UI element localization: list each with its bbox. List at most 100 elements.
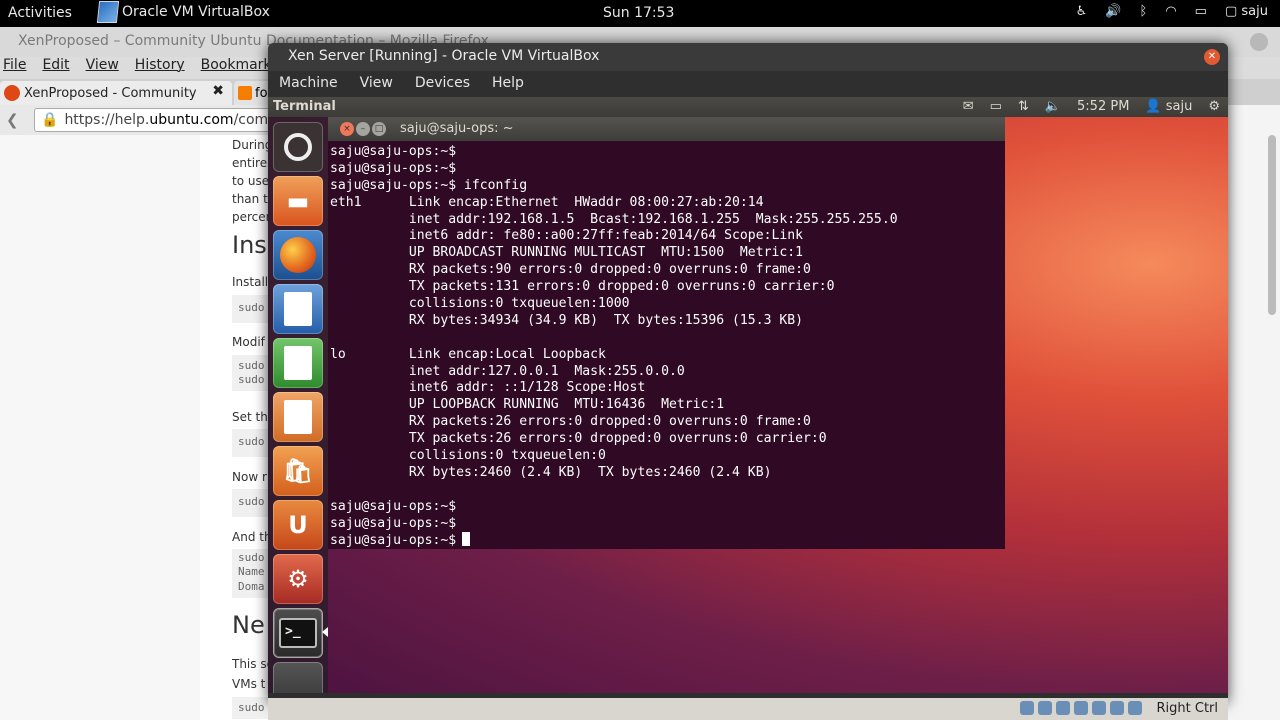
system-settings-launcher[interactable]: ⚙ <box>273 554 323 604</box>
workspace-launcher[interactable] <box>273 662 323 693</box>
battery-icon[interactable]: ▭ <box>1195 4 1207 19</box>
guest-indicators: ✉ ▭ ⇅ 🔈 5:52 PM 👤 saju ⚙ <box>963 99 1220 114</box>
ubuntu-logo-icon <box>284 133 312 161</box>
menu-view[interactable]: View <box>86 57 119 79</box>
menu-devices[interactable]: Devices <box>404 71 481 97</box>
firefox-scrollbar[interactable] <box>1268 135 1276 315</box>
ubuntu-one-launcher[interactable]: U <box>273 500 323 550</box>
usb-icon[interactable] <box>1056 701 1070 715</box>
writer-launcher[interactable] <box>273 284 323 334</box>
desktop: Activities Oracle VM VirtualBox Sun 17:5… <box>0 0 1280 720</box>
spreadsheet-icon <box>284 346 312 380</box>
firefox-launcher[interactable] <box>273 230 323 280</box>
tab-xenproposed[interactable]: XenProposed - Community ✖ <box>0 81 232 105</box>
bluetooth-icon[interactable]: ᛒ <box>1140 4 1148 19</box>
code-line: Doma <box>232 580 272 598</box>
virtualbox-menubar: Machine View Devices Help <box>268 71 1228 97</box>
blogger-favicon-icon <box>238 86 252 100</box>
network-adapter-icon[interactable] <box>1074 701 1088 715</box>
code-block: sudo <box>232 489 272 517</box>
presentation-icon <box>284 400 312 434</box>
terminal-launcher[interactable]: >_ <box>273 608 323 658</box>
guest-top-panel: Terminal ✉ ▭ ⇅ 🔈 5:52 PM 👤 saju ⚙ <box>268 97 1228 117</box>
virtualbox-title: Xen Server [Running] - Oracle VM Virtual… <box>268 43 1228 71</box>
calc-launcher[interactable] <box>273 338 323 388</box>
ubuntu-favicon-icon <box>4 85 20 101</box>
menu-file[interactable]: File <box>3 57 26 79</box>
files-launcher[interactable]: ▬ <box>273 176 323 226</box>
firefox-icon <box>280 237 316 273</box>
virtualbox-close-button[interactable]: ✕ <box>1204 49 1220 65</box>
battery-icon[interactable]: ▭ <box>990 99 1002 114</box>
url-prefix: https://help. <box>64 112 150 128</box>
url-bar[interactable]: 🔒https://help.ubuntu.com/commu <box>34 108 274 132</box>
terminal-output[interactable]: saju@saju-ops:~$ saju@saju-ops:~$ saju@saj… <box>330 144 1005 549</box>
code-block: sudo <box>232 429 272 457</box>
display-icon[interactable] <box>1110 701 1124 715</box>
close-tab-icon[interactable]: ✖ <box>212 83 224 99</box>
mail-icon[interactable]: ✉ <box>963 99 974 114</box>
gear-icon[interactable]: ⚙ <box>1208 99 1220 114</box>
menu-edit[interactable]: Edit <box>42 57 69 79</box>
terminal-line: lo Link encap:Local Loopback <box>330 346 606 362</box>
menu-help[interactable]: Help <box>481 71 535 97</box>
terminal-line: RX bytes:34934 (34.9 KB) TX bytes:15396 … <box>330 312 803 328</box>
text-fragment: percen <box>232 210 272 224</box>
system-tray: ♿ 🔊 ᛒ ◠ ▭ ▢ saju <box>1076 4 1280 19</box>
terminal-line: UP BROADCAST RUNNING MULTICAST MTU:1500 … <box>330 245 803 261</box>
text-fragment: than t <box>232 192 268 206</box>
close-icon[interactable]: × <box>340 122 354 136</box>
code-line: sudo <box>232 549 272 565</box>
menu-view[interactable]: View <box>349 71 404 97</box>
volume-icon[interactable]: 🔈 <box>1045 99 1061 114</box>
impress-launcher[interactable] <box>273 392 323 442</box>
clock[interactable]: Sun 17:53 <box>603 5 674 21</box>
page-sidebar <box>0 135 200 720</box>
menu-history[interactable]: History <box>135 57 185 79</box>
wifi-icon[interactable]: ◠ <box>1165 4 1176 19</box>
shared-folder-icon[interactable] <box>1092 701 1106 715</box>
back-arrow-icon[interactable]: ❮ <box>6 111 19 129</box>
terminal-line: RX bytes:2460 (2.4 KB) TX bytes:2460 (2.… <box>330 464 772 480</box>
firefox-right-edge <box>1228 105 1280 720</box>
guest-user-menu[interactable]: 👤 saju <box>1145 99 1192 114</box>
terminal-window[interactable]: × – □ saju@saju-ops: ~ saju@saju-ops:~$ s… <box>328 117 1005 549</box>
firefox-close-button[interactable] <box>1250 33 1268 51</box>
maximize-icon[interactable]: □ <box>372 122 386 136</box>
terminal-line: RX packets:26 errors:0 dropped:0 overrun… <box>330 414 811 430</box>
virtualbox-statusbar: Right Ctrl <box>268 698 1228 720</box>
mouse-integration-icon[interactable] <box>1128 701 1142 715</box>
text-fragment: Set th <box>232 410 268 424</box>
section-heading: Ne <box>232 611 265 639</box>
text-fragment: to use <box>232 174 270 188</box>
terminal-titlebar: × – □ saju@saju-ops: ~ <box>328 117 1005 141</box>
text-fragment: Install <box>232 275 269 289</box>
activities-button[interactable]: Activities <box>8 5 72 21</box>
accessibility-icon[interactable]: ♿ <box>1076 4 1088 19</box>
window-controls: × – □ <box>340 122 386 136</box>
dash-home-button[interactable] <box>273 122 323 172</box>
menu-machine[interactable]: Machine <box>268 71 349 97</box>
guest-screen[interactable]: Terminal ✉ ▭ ⇅ 🔈 5:52 PM 👤 saju ⚙ ▬ 🛍 U … <box>268 97 1228 693</box>
terminal-line: saju@saju-ops:~$ <box>330 498 457 514</box>
terminal-line: TX packets:131 errors:0 dropped:0 overru… <box>330 279 835 295</box>
hard-disk-icon[interactable] <box>1020 701 1034 715</box>
terminal-line: inet addr:127.0.0.1 Mask:255.0.0.0 <box>330 363 685 379</box>
terminal-line: inet6 addr: fe80::a00:27ff:feab:2014/64 … <box>330 228 803 244</box>
network-icon[interactable]: ⇅ <box>1018 99 1029 114</box>
unity-launcher: ▬ 🛍 U ⚙ >_ <box>268 117 328 693</box>
url-domain: ubuntu.com <box>149 112 234 128</box>
gnome-top-bar: Activities Oracle VM VirtualBox Sun 17:5… <box>0 0 1280 27</box>
guest-clock[interactable]: 5:52 PM <box>1077 99 1129 114</box>
user-menu[interactable]: ▢ saju <box>1225 4 1268 19</box>
lock-icon: 🔒 <box>41 112 59 128</box>
optical-drive-icon[interactable] <box>1038 701 1052 715</box>
software-center-launcher[interactable]: 🛍 <box>273 446 323 496</box>
volume-icon[interactable]: 🔊 <box>1105 4 1121 19</box>
active-app-indicator-icon <box>322 627 328 637</box>
tab-label: XenProposed - Community <box>24 85 197 101</box>
app-menu[interactable]: Oracle VM VirtualBox <box>96 1 270 23</box>
minimize-icon[interactable]: – <box>356 122 370 136</box>
terminal-icon: >_ <box>279 618 317 648</box>
shopping-bag-icon: 🛍 <box>282 457 314 485</box>
